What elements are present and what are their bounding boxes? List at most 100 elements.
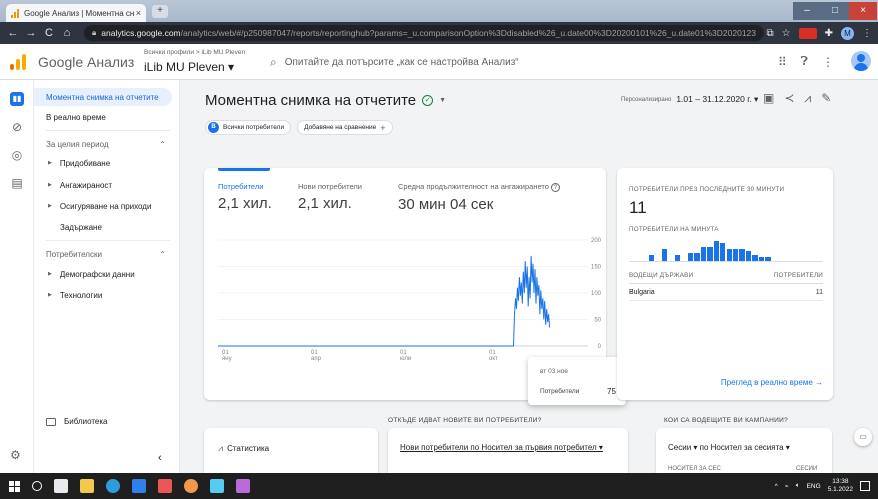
- users-series-line[interactable]: [218, 255, 551, 347]
- per-minute-bar[interactable]: [739, 249, 745, 261]
- per-minute-bar[interactable]: [720, 243, 726, 261]
- forward-button[interactable]: →: [24, 27, 38, 39]
- sidebar-item-demographics[interactable]: ▶ Демографски данни: [34, 265, 180, 283]
- file-explorer-icon[interactable]: [80, 479, 94, 493]
- browser-menu-icon[interactable]: ⋮: [862, 28, 872, 39]
- collapse-sidebar-button[interactable]: ‹: [158, 452, 162, 464]
- sidebar-section-user[interactable]: Потребителски ⌃: [34, 245, 180, 263]
- chevron-down-icon[interactable]: ▼: [439, 97, 446, 104]
- explore-icon[interactable]: ⊘: [10, 120, 24, 134]
- sidebar-item-library[interactable]: Библиотека: [46, 417, 108, 426]
- share-icon[interactable]: ≺: [784, 91, 794, 106]
- photos-icon[interactable]: [210, 479, 224, 493]
- campaigns-card: Сесии ▾ по Носител за сесията ▾ НОСИТЕЛ …: [656, 428, 832, 478]
- volume-icon[interactable]: 🔈︎: [796, 482, 800, 490]
- divider: [46, 130, 170, 131]
- edge-icon[interactable]: [132, 479, 146, 493]
- tray-chevron-icon[interactable]: ^: [775, 483, 778, 490]
- sidebar: Моментна снимка на отчетите В реално вре…: [34, 80, 180, 473]
- app-icon[interactable]: [158, 479, 172, 493]
- notifications-icon[interactable]: [860, 481, 870, 491]
- search-bar[interactable]: ⌕ Опитайте да потърсите „как се настройв…: [270, 52, 600, 72]
- sidebar-item-monetization[interactable]: ▶ Осигуряване на приходи: [34, 197, 180, 215]
- sidebar-item-engagement[interactable]: ▶ Ангажираност: [34, 176, 180, 194]
- admin-gear-icon[interactable]: ⚙: [10, 448, 21, 462]
- per-minute-label: ПОТРЕБИТЕЛИ НА МИНУТА: [629, 226, 719, 233]
- search-icon[interactable]: [32, 481, 42, 491]
- insights-icon[interactable]: ⩘: [804, 91, 811, 106]
- network-icon[interactable]: ⌁: [785, 482, 789, 490]
- date-range-picker[interactable]: Персонализирано 1.01 – 31.12.2020 г. ▾: [621, 94, 758, 105]
- profile-m-icon[interactable]: M: [841, 26, 854, 40]
- close-window-button[interactable]: ×: [849, 2, 877, 20]
- customize-report-icon[interactable]: ▣: [763, 91, 774, 106]
- per-minute-bar[interactable]: [661, 249, 668, 261]
- per-minute-bar[interactable]: [648, 255, 655, 261]
- per-minute-bar[interactable]: [765, 257, 771, 261]
- add-comparison-button[interactable]: Добавяне на сравнение +: [297, 120, 393, 135]
- view-realtime-link[interactable]: Преглед в реално време →: [721, 378, 823, 387]
- language-indicator[interactable]: ENG: [807, 483, 821, 490]
- tab-close-icon[interactable]: ×: [136, 8, 141, 18]
- avatar[interactable]: [851, 51, 871, 71]
- check-circle-icon[interactable]: ✓: [422, 95, 434, 106]
- calculator-icon[interactable]: [54, 479, 68, 493]
- sidebar-section-lifecycle[interactable]: За целия период ⌃: [34, 135, 180, 153]
- reload-button[interactable]: C: [42, 27, 56, 39]
- main-content: Моментна снимка на отчетите ✓ ▼ Персонал…: [180, 80, 878, 478]
- per-minute-bar[interactable]: [752, 255, 758, 261]
- clock[interactable]: 13:38 5.1.2022: [828, 478, 853, 494]
- per-minute-bar[interactable]: [687, 253, 694, 261]
- browser-tab[interactable]: Google Анализ | Моментна сн ×: [6, 4, 146, 22]
- product-name[interactable]: Google Анализ: [38, 54, 134, 70]
- more-vert-icon[interactable]: ⋮: [822, 55, 834, 69]
- sidebar-item-realtime[interactable]: В реално време: [34, 108, 180, 126]
- per-minute-bar[interactable]: [674, 255, 681, 261]
- edit-pencil-icon[interactable]: ✎: [821, 91, 831, 106]
- apps-grid-icon[interactable]: ⠿: [778, 55, 787, 69]
- maximize-button[interactable]: □: [821, 2, 849, 20]
- per-minute-bar[interactable]: [732, 249, 739, 261]
- property-selector[interactable]: iLib MU Pleven ▾: [144, 60, 234, 74]
- lock-icon: 🔒︎: [92, 28, 97, 37]
- table-row[interactable]: Bulgaria 11: [629, 289, 823, 296]
- property-breadcrumb[interactable]: Всички профили > iLib MU Pleven: [144, 49, 245, 56]
- puzzle-icon[interactable]: ✚: [825, 28, 833, 39]
- sessions-dimension-selector[interactable]: Сесии ▾ по Носител за сесията ▾: [668, 443, 790, 452]
- per-minute-bar[interactable]: [726, 249, 732, 261]
- per-minute-bar[interactable]: [694, 253, 700, 261]
- sidebar-item-snapshot[interactable]: Моментна снимка на отчетите: [34, 88, 172, 106]
- paint-icon[interactable]: [236, 479, 250, 493]
- configure-icon[interactable]: ▤: [10, 176, 24, 190]
- insights-label[interactable]: ⩘ Статистика: [218, 443, 269, 454]
- share-icon[interactable]: ⧉: [767, 28, 774, 39]
- sidebar-item-acquisition[interactable]: ▶ Придобиване: [34, 154, 180, 172]
- new-users-dimension-selector[interactable]: Нови потребители по Носител за първия по…: [400, 443, 603, 452]
- back-button[interactable]: ←: [6, 27, 20, 39]
- extension-icon[interactable]: [798, 27, 817, 39]
- advertising-icon[interactable]: ◎: [10, 148, 24, 162]
- per-minute-bar[interactable]: [707, 247, 713, 261]
- all-users-chip[interactable]: B Всички потребители: [205, 120, 292, 135]
- search-input[interactable]: Опитайте да потърсите „как се настройва …: [285, 57, 519, 68]
- reports-icon[interactable]: ▮▮: [10, 92, 24, 106]
- per-minute-bar[interactable]: [700, 247, 707, 261]
- new-tab-button[interactable]: +: [152, 5, 168, 18]
- help-icon[interactable]: ❓︎: [801, 54, 808, 69]
- sidebar-item-tech[interactable]: ▶ Технологии: [34, 286, 180, 304]
- bookmark-star-icon[interactable]: ☆: [782, 28, 791, 39]
- chrome-icon[interactable]: [106, 479, 120, 493]
- sidebar-item-retention[interactable]: Задържане: [34, 218, 180, 236]
- url-field[interactable]: 🔒︎ analytics.google.com /analytics/web/#…: [84, 25, 764, 41]
- per-minute-bar[interactable]: [758, 257, 765, 261]
- sessions-column-1: НОСИТЕЛ ЗА СЕС: [668, 466, 721, 472]
- firefox-icon[interactable]: [184, 479, 198, 493]
- per-minute-bar-chart[interactable]: [629, 240, 823, 262]
- analytics-logo-icon[interactable]: [10, 54, 26, 70]
- feedback-button[interactable]: ▭: [854, 428, 872, 446]
- per-minute-bar[interactable]: [745, 251, 752, 261]
- minimize-button[interactable]: –: [793, 2, 821, 20]
- per-minute-bar[interactable]: [713, 241, 720, 261]
- home-button[interactable]: ⌂: [60, 27, 74, 39]
- windows-start-icon[interactable]: [9, 480, 20, 492]
